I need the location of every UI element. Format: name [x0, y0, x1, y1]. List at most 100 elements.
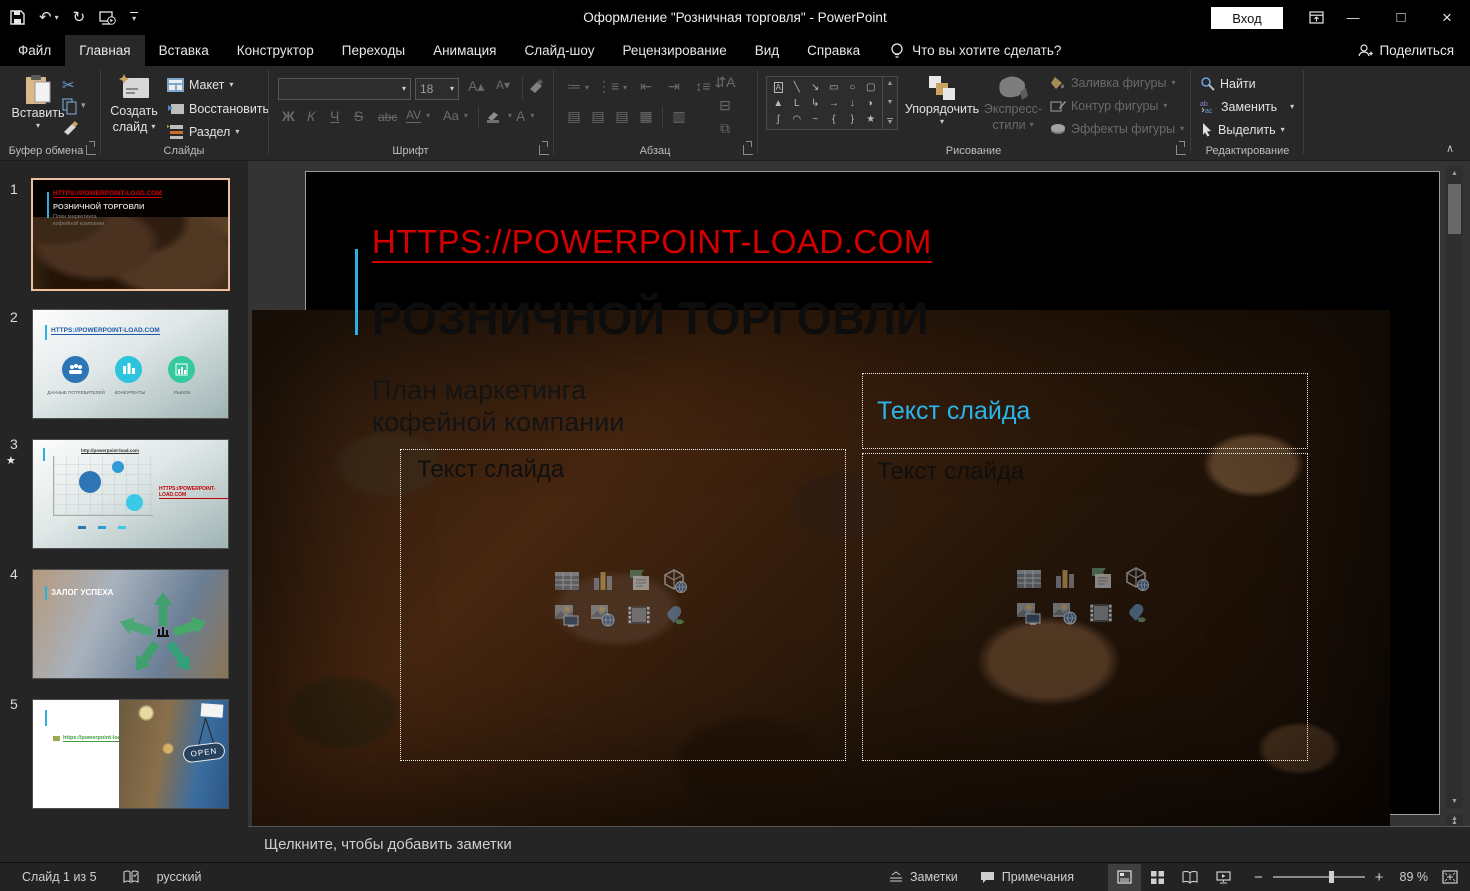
shapes-gallery[interactable]: A ╲ ↘ ▭ ○ ▢ ▲ L ↳ → ↓ ◗ ʃ ◠ ~ { } ★: [766, 76, 883, 130]
partial-circle-shape-icon[interactable]: ◗: [868, 98, 874, 109]
slide-hyperlink[interactable]: HTTPS://POWERPOINT-LOAD.COM: [372, 223, 932, 263]
shapes-more-icon[interactable]: ▼: [887, 118, 894, 126]
shapes-scroll-down-icon[interactable]: ▼: [887, 99, 894, 106]
spellcheck-icon[interactable]: [123, 870, 139, 884]
align-text-icon[interactable]: ⊟: [714, 97, 736, 114]
font-color-button[interactable]: A▾: [516, 108, 534, 124]
triangle-shape-icon[interactable]: ▲: [773, 98, 783, 109]
zoom-slider[interactable]: [1273, 876, 1365, 878]
text-direction-icon[interactable]: ⇵A: [714, 74, 736, 91]
elbow-connector-shape-icon[interactable]: L: [794, 98, 800, 109]
justify-icon[interactable]: ▦: [635, 108, 657, 125]
font-name-combobox[interactable]: ▾: [278, 78, 411, 100]
maximize-button[interactable]: □: [1378, 0, 1424, 35]
scribble-shape-icon[interactable]: ʃ: [777, 114, 779, 125]
tab-animations[interactable]: Анимация: [419, 35, 510, 66]
reading-view-button[interactable]: [1174, 864, 1207, 891]
new-slide-button[interactable]: Создать слайд ▾: [106, 74, 162, 135]
bullets-dropdown-icon[interactable]: ▾: [585, 84, 589, 92]
vertical-scrollbar[interactable]: [1446, 166, 1463, 808]
arrow-shape-icon[interactable]: ↘: [811, 82, 819, 93]
zoom-percentage[interactable]: 89 %: [1400, 870, 1429, 884]
quick-styles-button[interactable]: Экспресс- стили ▾: [982, 74, 1044, 133]
slide-thumbnail-4[interactable]: ЗАЛОГ УСПЕХА: [33, 570, 228, 678]
right-brace-shape-icon[interactable]: }: [851, 114, 854, 125]
insert-smartart-icon[interactable]: [1088, 566, 1114, 592]
insert-pictures-icon[interactable]: [1016, 600, 1042, 626]
right-arrow-shape-icon[interactable]: →: [829, 98, 839, 109]
collapse-ribbon-icon[interactable]: ∧: [1446, 142, 1454, 155]
slide-thumbnail-1[interactable]: HTTPS://POWERPOINT-LOAD.COM РОЗНИЧНОЙ ТО…: [31, 178, 230, 291]
tab-home[interactable]: Главная: [65, 35, 144, 66]
paragraph-dialog-launcher[interactable]: [743, 145, 753, 155]
cut-icon[interactable]: ✂: [62, 76, 75, 94]
title-accent-bar[interactable]: [355, 249, 358, 335]
save-icon[interactable]: [10, 10, 25, 25]
arrange-button[interactable]: Упорядочить ▾: [905, 74, 979, 126]
language-indicator[interactable]: русский: [157, 870, 202, 884]
fit-slide-to-window-button[interactable]: [1442, 870, 1458, 884]
slide-thumbnail-5[interactable]: https://powerpoint-load.com OPEN: [33, 700, 228, 808]
insert-icons-icon[interactable]: [1124, 600, 1150, 626]
slide-subtitle[interactable]: План маркетинга кофейной компании: [372, 374, 624, 438]
font-dialog-launcher[interactable]: [539, 145, 549, 155]
character-spacing-button[interactable]: AV▾: [406, 108, 430, 123]
align-center-icon[interactable]: ▤: [587, 108, 609, 125]
slide-thumbnail-3[interactable]: http://powerpoint-load.com HTTPS://POWER…: [33, 440, 228, 548]
content-placeholder-right-top[interactable]: Текст слайда: [862, 373, 1308, 449]
bold-button[interactable]: Ж: [282, 108, 295, 124]
copy-dropdown-icon[interactable]: ▾: [81, 100, 86, 111]
oval-shape-icon[interactable]: ○: [849, 82, 855, 93]
zoom-in-button[interactable]: +: [1375, 869, 1384, 886]
section-button[interactable]: Раздел ▾: [167, 124, 239, 139]
reset-button[interactable]: Восстановить: [167, 101, 269, 116]
strikethrough-button[interactable]: S: [354, 108, 363, 124]
curve-shape-icon[interactable]: ~: [812, 114, 818, 125]
close-button[interactable]: ×: [1424, 0, 1470, 35]
rounded-rectangle-shape-icon[interactable]: ▢: [866, 82, 875, 93]
shapes-gallery-scrollbar[interactable]: ▲ ▼ ▼: [883, 76, 898, 130]
insert-chart-icon[interactable]: [590, 568, 616, 594]
bullets-icon[interactable]: ≔: [563, 78, 585, 95]
minimize-button[interactable]: —: [1330, 0, 1376, 35]
underline-button[interactable]: Ч: [330, 108, 339, 124]
shape-fill-button[interactable]: Заливка фигуры ▾: [1050, 76, 1175, 90]
tab-file[interactable]: Файл: [4, 35, 65, 66]
slide-thumbnail-2[interactable]: HTTPS://POWERPOINT-LOAD.COM ДАННЫЕ ПОТРЕ…: [33, 310, 228, 418]
copy-icon[interactable]: [62, 98, 78, 115]
italic-button[interactable]: К: [307, 108, 315, 124]
replace-button[interactable]: abac Заменить ▾: [1200, 99, 1294, 114]
slide-counter[interactable]: Слайд 1 из 5: [22, 870, 97, 884]
placeholder-right-top-text[interactable]: Текст слайда: [863, 397, 1030, 426]
insert-video-icon[interactable]: [626, 602, 652, 628]
layout-button[interactable]: Макет ▾: [167, 78, 233, 92]
clipboard-dialog-launcher[interactable]: [86, 145, 96, 155]
drawing-dialog-launcher[interactable]: [1176, 145, 1186, 155]
insert-table-icon[interactable]: [1016, 566, 1042, 592]
redo-icon[interactable]: ↻: [73, 10, 86, 25]
insert-chart-icon[interactable]: [1052, 566, 1078, 592]
shapes-scroll-up-icon[interactable]: ▲: [887, 80, 894, 87]
content-placeholder-left[interactable]: Текст слайда: [400, 449, 846, 761]
clear-formatting-icon[interactable]: [528, 78, 544, 94]
tab-transitions[interactable]: Переходы: [328, 35, 419, 66]
insert-icons-icon[interactable]: [662, 602, 688, 628]
columns-icon[interactable]: ▥: [668, 108, 690, 125]
tab-view[interactable]: Вид: [741, 35, 793, 66]
notes-pane[interactable]: Щелкните, чтобы добавить заметки: [248, 826, 1470, 862]
star-shape-icon[interactable]: ★: [866, 114, 875, 125]
numbering-icon[interactable]: ⋮≡: [597, 78, 619, 95]
normal-view-button[interactable]: [1108, 864, 1141, 891]
paste-button[interactable]: Вставить ▾: [12, 74, 64, 130]
start-slideshow-icon[interactable]: [99, 11, 116, 25]
arc-shape-icon[interactable]: ◠: [792, 114, 801, 125]
find-button[interactable]: Найти: [1200, 76, 1256, 91]
tab-review[interactable]: Рецензирование: [608, 35, 740, 66]
undo-dropdown-icon[interactable]: ▾: [55, 14, 59, 22]
tab-insert[interactable]: Вставка: [145, 35, 223, 66]
slideshow-view-button[interactable]: [1207, 864, 1240, 891]
insert-smartart-icon[interactable]: [626, 568, 652, 594]
undo-button[interactable]: ↶ ▾: [39, 10, 59, 25]
insert-video-icon[interactable]: [1088, 600, 1114, 626]
scrollbar-up-icon[interactable]: ▲: [1446, 166, 1463, 180]
